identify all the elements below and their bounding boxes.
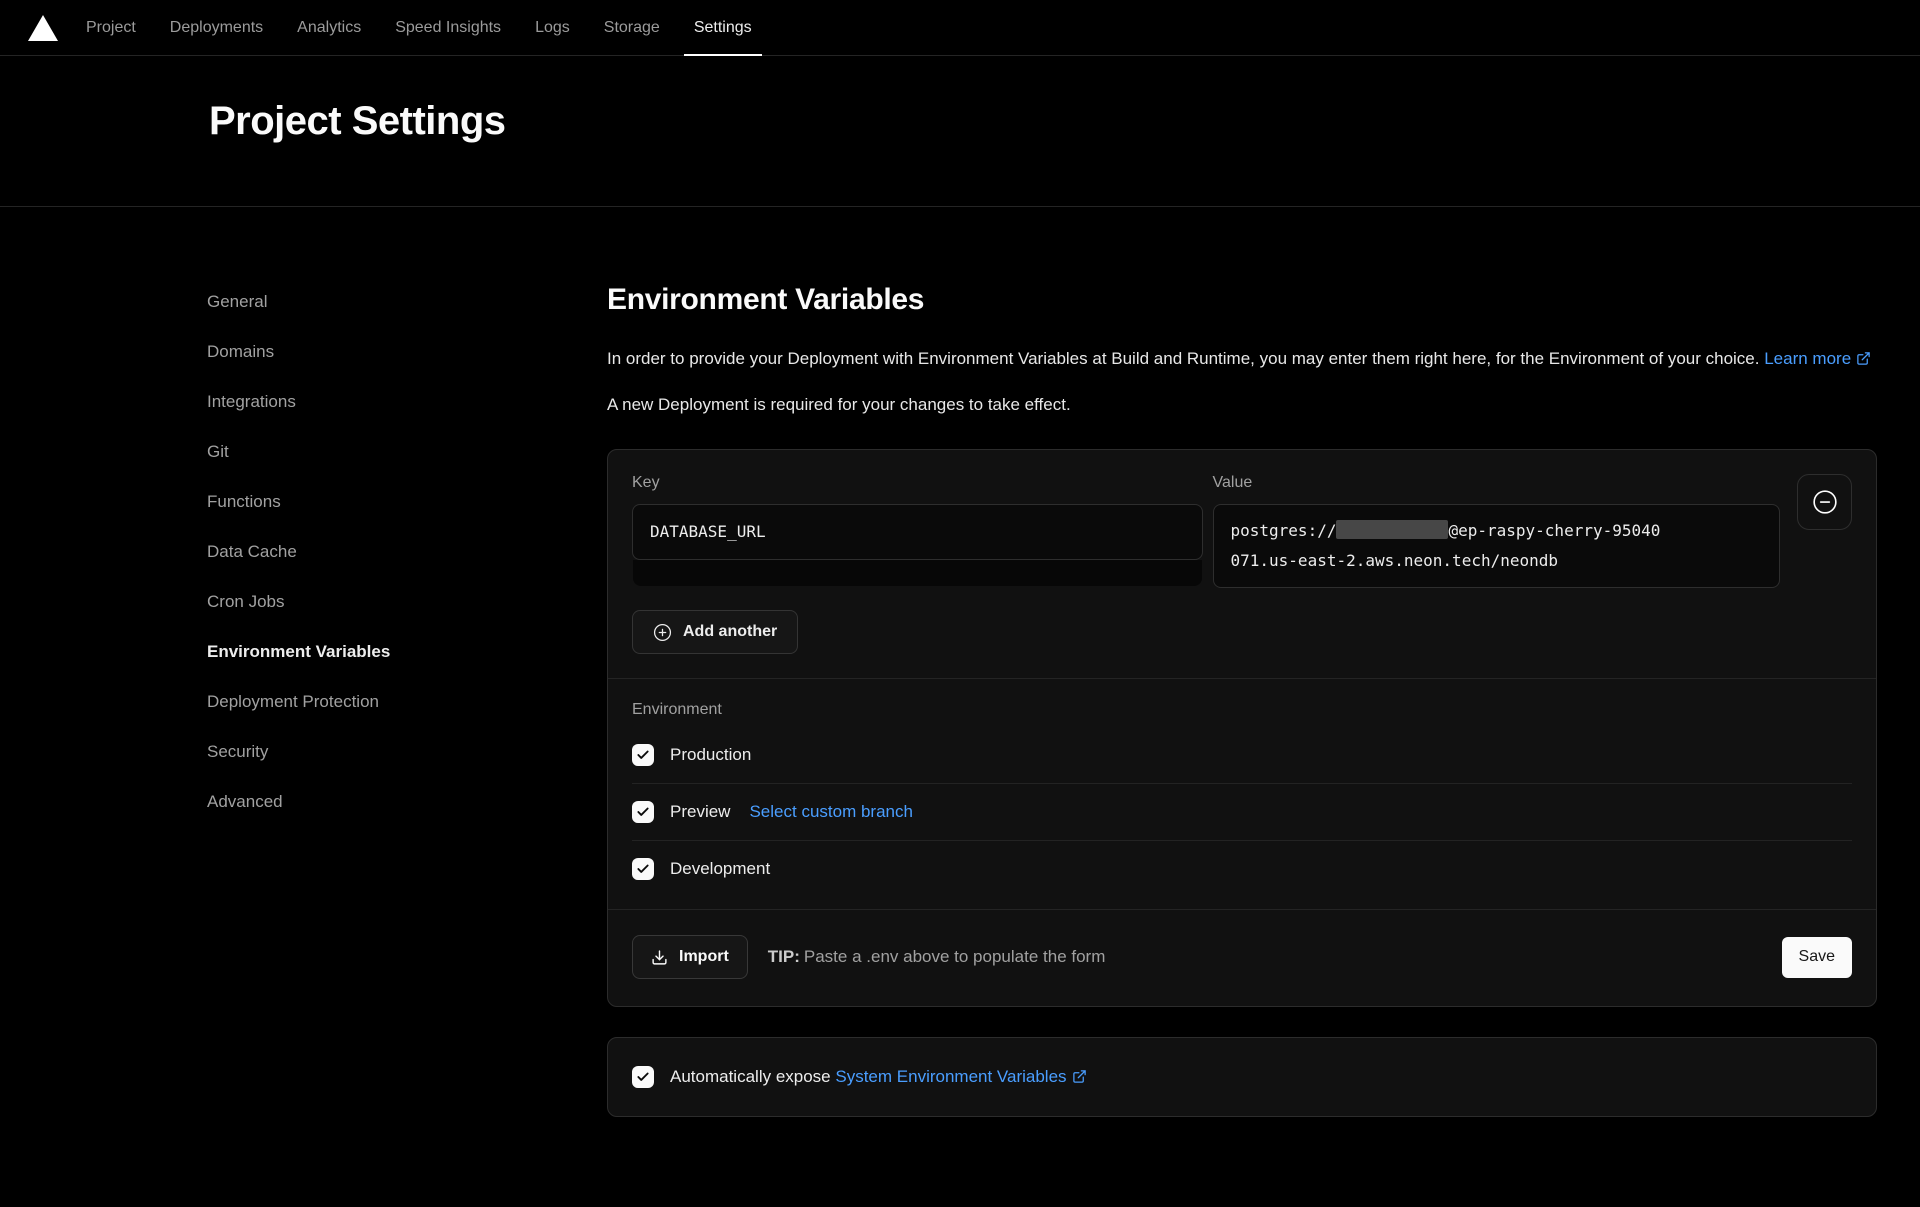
value-label: Value xyxy=(1213,474,1781,492)
production-checkbox-label[interactable]: Production xyxy=(670,745,751,765)
learn-more-link[interactable]: Learn more xyxy=(1764,349,1871,368)
sidebar-item-git[interactable]: Git xyxy=(207,427,607,477)
production-checkbox[interactable] xyxy=(632,744,654,766)
nav-tab-label: Project xyxy=(86,19,136,37)
check-icon xyxy=(636,748,650,762)
sidebar-item-security[interactable]: Security xyxy=(207,727,607,777)
import-button[interactable]: Import xyxy=(632,935,748,979)
save-button[interactable]: Save xyxy=(1782,937,1852,978)
deployment-note: A new Deployment is required for your ch… xyxy=(607,395,1877,415)
nav-tab-label: Storage xyxy=(604,19,660,37)
main-panel: Environment Variables In order to provid… xyxy=(607,277,1877,1117)
nav-tab-settings[interactable]: Settings xyxy=(694,0,752,55)
sidebar-item-integrations[interactable]: Integrations xyxy=(207,377,607,427)
remove-variable-button[interactable] xyxy=(1797,474,1852,530)
development-checkbox[interactable] xyxy=(632,858,654,880)
spacer xyxy=(608,895,1876,909)
page-header: Project Settings xyxy=(0,56,1920,207)
vercel-triangle-icon xyxy=(28,15,58,41)
vercel-logo[interactable] xyxy=(28,15,58,41)
value-host-part1: @ep-raspy-cherry-95040 xyxy=(1448,521,1660,540)
nav-tab-analytics[interactable]: Analytics xyxy=(297,0,361,55)
sidebar-item-cron-jobs[interactable]: Cron Jobs xyxy=(207,577,607,627)
learn-more-label: Learn more xyxy=(1764,349,1851,368)
nav-tab-logs[interactable]: Logs xyxy=(535,0,570,55)
download-icon xyxy=(651,949,668,966)
top-nav: Project Deployments Analytics Speed Insi… xyxy=(0,0,1920,56)
external-link-icon xyxy=(1856,351,1871,366)
tip-text: TIP:Paste a .env above to populate the f… xyxy=(768,947,1106,967)
active-tab-underline xyxy=(684,54,762,56)
card-footer: Import TIP:Paste a .env above to populat… xyxy=(608,909,1876,1006)
page-title: Project Settings xyxy=(209,96,1920,146)
section-description: In order to provide your Deployment with… xyxy=(607,343,1877,375)
key-input-value: DATABASE_URL xyxy=(650,522,766,541)
import-button-label: Import xyxy=(679,948,729,966)
description-text: In order to provide your Deployment with… xyxy=(607,349,1759,368)
nav-tabs: Project Deployments Analytics Speed Insi… xyxy=(86,0,752,55)
development-checkbox-label[interactable]: Development xyxy=(670,859,770,879)
nav-tab-storage[interactable]: Storage xyxy=(604,0,660,55)
system-env-vars-label: System Environment Variables xyxy=(835,1067,1066,1086)
row-divider xyxy=(632,783,1852,784)
sidebar-item-functions[interactable]: Functions xyxy=(207,477,607,527)
sidebar-item-deployment-protection[interactable]: Deployment Protection xyxy=(207,677,607,727)
system-env-vars-link[interactable]: System Environment Variables xyxy=(835,1067,1086,1086)
auto-expose-card: Automatically expose System Environment … xyxy=(607,1037,1877,1117)
tip-body: Paste a .env above to populate the form xyxy=(804,947,1105,966)
content: General Domains Integrations Git Functio… xyxy=(0,207,1920,1117)
environment-row-production: Production xyxy=(632,729,1852,781)
check-icon xyxy=(636,1070,650,1084)
sidebar-item-environment-variables[interactable]: Environment Variables xyxy=(207,627,607,677)
select-custom-branch-link[interactable]: Select custom branch xyxy=(749,802,912,822)
key-label: Key xyxy=(632,474,1203,492)
nav-tab-speed-insights[interactable]: Speed Insights xyxy=(395,0,501,55)
nav-tab-label: Analytics xyxy=(297,19,361,37)
external-link-icon xyxy=(1072,1069,1087,1084)
row-divider xyxy=(632,840,1852,841)
key-value-section: Key DATABASE_URL Value postgres:// @ep-ra… xyxy=(608,450,1876,654)
check-icon xyxy=(636,862,650,876)
value-prefix: postgres:// xyxy=(1231,521,1337,540)
redacted-secret xyxy=(1336,520,1448,539)
key-input-extension xyxy=(633,560,1202,586)
sidebar-item-data-cache[interactable]: Data Cache xyxy=(207,527,607,577)
nav-tab-deployments[interactable]: Deployments xyxy=(170,0,263,55)
env-vars-card: Key DATABASE_URL Value postgres:// @ep-ra… xyxy=(607,449,1877,1007)
nav-tab-label: Settings xyxy=(694,19,752,37)
minus-circle-icon xyxy=(1812,489,1838,515)
auto-expose-checkbox[interactable] xyxy=(632,1066,654,1088)
settings-sidebar: General Domains Integrations Git Functio… xyxy=(207,277,607,1117)
section-heading: Environment Variables xyxy=(607,283,1877,317)
plus-circle-icon xyxy=(653,623,672,642)
environment-row-development: Development xyxy=(632,843,1852,895)
sidebar-item-advanced[interactable]: Advanced xyxy=(207,777,607,827)
auto-expose-label: Automatically expose xyxy=(670,1067,835,1086)
environment-label: Environment xyxy=(608,679,1876,729)
tip-prefix: TIP: xyxy=(768,947,800,966)
value-host-part2: 071.us-east-2.aws.neon.tech/neondb xyxy=(1231,551,1559,570)
add-another-label: Add another xyxy=(683,623,777,641)
preview-checkbox[interactable] xyxy=(632,801,654,823)
check-icon xyxy=(636,805,650,819)
environment-row-preview: Preview Select custom branch xyxy=(632,786,1852,838)
sidebar-item-general[interactable]: General xyxy=(207,277,607,327)
nav-tab-label: Speed Insights xyxy=(395,19,501,37)
nav-tab-project[interactable]: Project xyxy=(86,0,136,55)
nav-tab-label: Deployments xyxy=(170,19,263,37)
key-input[interactable]: DATABASE_URL xyxy=(632,504,1203,560)
add-another-button[interactable]: Add another xyxy=(632,610,798,654)
sidebar-item-domains[interactable]: Domains xyxy=(207,327,607,377)
value-input[interactable]: postgres:// @ep-raspy-cherry-95040 071.us… xyxy=(1213,504,1781,588)
auto-expose-text: Automatically expose System Environment … xyxy=(670,1067,1087,1087)
nav-tab-label: Logs xyxy=(535,19,570,37)
preview-checkbox-label[interactable]: Preview xyxy=(670,802,730,822)
